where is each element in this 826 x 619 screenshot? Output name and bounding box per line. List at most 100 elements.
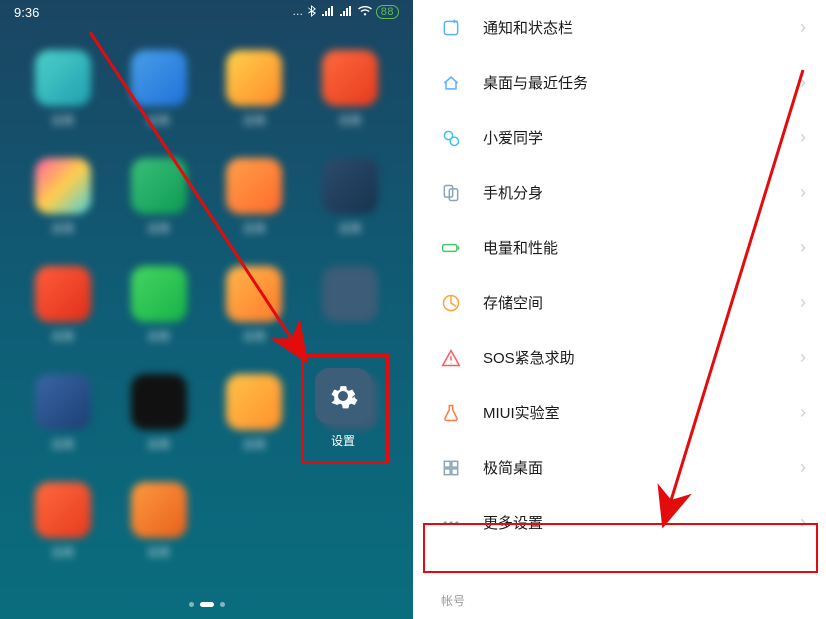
app-blurred[interactable]: 应用: [116, 374, 202, 452]
settings-item-label: 通知和状态栏: [483, 17, 800, 38]
settings-panel: 通知和状态栏›桌面与最近任务›小爱同学›手机分身›电量和性能›存储空间›SOS紧…: [413, 0, 826, 619]
app-blurred[interactable]: 应用: [116, 158, 202, 236]
settings-item-simple-desktop[interactable]: 极简桌面›: [413, 440, 826, 495]
app-blurred[interactable]: 应用: [20, 266, 106, 344]
chevron-right-icon: ›: [800, 182, 806, 203]
more-dots-icon: …: [292, 6, 304, 18]
signal-icon: [322, 6, 336, 19]
app-icon: [131, 158, 187, 214]
bluetooth-icon: [308, 5, 318, 20]
app-label: 应用: [52, 112, 74, 128]
settings-item-label: 小爱同学: [483, 127, 800, 148]
phone-clone-icon: [441, 183, 461, 203]
app-blurred[interactable]: 应用: [212, 374, 298, 452]
settings-item-battery[interactable]: 电量和性能›: [413, 220, 826, 275]
app-label: 应用: [243, 328, 265, 344]
app-icon: [35, 374, 91, 430]
status-icons: … 88: [292, 5, 399, 20]
app-icon: [226, 266, 282, 322]
battery-indicator: 88: [376, 5, 399, 19]
app-label: 应用: [243, 220, 265, 236]
page-indicator: [189, 602, 225, 607]
app-blurred[interactable]: 应用: [307, 50, 393, 128]
chevron-right-icon: ›: [800, 347, 806, 368]
app-icon: [322, 266, 378, 322]
home-screen: 9:36 … 88 应用应用应用应用应用应用应用应用应用应用应用应用应用应用应用…: [0, 0, 413, 619]
settings-item-label: 桌面与最近任务: [483, 72, 800, 93]
chevron-right-icon: ›: [800, 17, 806, 38]
app-blurred[interactable]: 应用: [20, 374, 106, 452]
settings-item-miui-lab[interactable]: MIUI实验室›: [413, 385, 826, 440]
app-blurred[interactable]: 应用: [212, 50, 298, 128]
app-label: 应用: [243, 436, 265, 452]
app-blurred[interactable]: 应用: [20, 482, 106, 560]
settings-list: 通知和状态栏›桌面与最近任务›小爱同学›手机分身›电量和性能›存储空间›SOS紧…: [413, 0, 826, 550]
app-icon: [226, 158, 282, 214]
signal-icon-2: [340, 6, 354, 19]
app-icon: [35, 158, 91, 214]
xiaoai-icon: [441, 128, 461, 148]
app-label: 应用: [148, 328, 170, 344]
app-label: 应用: [339, 220, 361, 236]
chevron-right-icon: ›: [800, 127, 806, 148]
section-label: 帐号: [441, 592, 465, 609]
notification-icon: [441, 18, 461, 38]
sos-icon: [441, 348, 461, 368]
clock-text: 9:36: [14, 5, 39, 20]
app-icon: [131, 50, 187, 106]
settings-item-label: 极简桌面: [483, 457, 800, 478]
app-icon: [35, 482, 91, 538]
settings-item-label: 电量和性能: [483, 237, 800, 258]
app-label: 应用: [148, 436, 170, 452]
settings-item-storage[interactable]: 存储空间›: [413, 275, 826, 330]
app-label: 应用: [52, 220, 74, 236]
status-bar: 9:36 … 88: [0, 0, 413, 24]
annotation-box-more-settings: [423, 523, 818, 573]
app-blurred[interactable]: 应用: [20, 50, 106, 128]
app-label: 应用: [148, 112, 170, 128]
chevron-right-icon: ›: [800, 237, 806, 258]
settings-item-label: 存储空间: [483, 292, 800, 313]
app-label: 应用: [339, 112, 361, 128]
simple-desktop-icon: [441, 458, 461, 478]
app-label: 应用: [52, 328, 74, 344]
app-icon: [35, 50, 91, 106]
settings-item-label: 手机分身: [483, 182, 800, 203]
settings-item-label: MIUI实验室: [483, 402, 800, 423]
app-blurred[interactable]: 应用: [307, 158, 393, 236]
storage-icon: [441, 293, 461, 313]
app-label: 应用: [243, 112, 265, 128]
settings-item-label: SOS紧急求助: [483, 347, 800, 368]
app-icon: [131, 266, 187, 322]
settings-item-notification[interactable]: 通知和状态栏›: [413, 0, 826, 55]
chevron-right-icon: ›: [800, 457, 806, 478]
desktop-icon: [441, 73, 461, 93]
settings-item-desktop[interactable]: 桌面与最近任务›: [413, 55, 826, 110]
app-blurred[interactable]: 应用: [116, 266, 202, 344]
app-label: 应用: [52, 544, 74, 560]
app-icon: [35, 266, 91, 322]
app-icon: [131, 482, 187, 538]
app-icon: [226, 50, 282, 106]
app-blurred[interactable]: [307, 266, 393, 344]
battery-icon: [441, 238, 461, 258]
settings-item-xiaoai[interactable]: 小爱同学›: [413, 110, 826, 165]
app-blurred[interactable]: 应用: [212, 266, 298, 344]
app-icon: [226, 374, 282, 430]
app-label: 应用: [148, 544, 170, 560]
settings-item-sos[interactable]: SOS紧急求助›: [413, 330, 826, 385]
wifi-icon: [358, 6, 372, 19]
app-icon: [322, 50, 378, 106]
app-icon: [322, 158, 378, 214]
app-label: 应用: [148, 220, 170, 236]
chevron-right-icon: ›: [800, 72, 806, 93]
app-grid-blurred: 应用应用应用应用应用应用应用应用应用应用应用应用应用应用应用应用: [0, 40, 413, 570]
miui-lab-icon: [441, 403, 461, 423]
chevron-right-icon: ›: [800, 402, 806, 423]
app-blurred[interactable]: 应用: [212, 158, 298, 236]
app-blurred[interactable]: 应用: [116, 482, 202, 560]
settings-item-phone-clone[interactable]: 手机分身›: [413, 165, 826, 220]
app-blurred[interactable]: 应用: [116, 50, 202, 128]
app-blurred[interactable]: 应用: [20, 158, 106, 236]
chevron-right-icon: ›: [800, 292, 806, 313]
